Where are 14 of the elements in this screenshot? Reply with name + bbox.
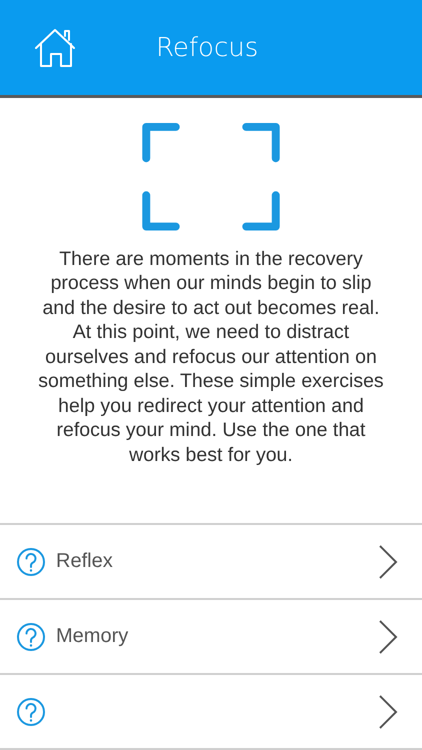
chevron-right-icon — [378, 618, 398, 654]
exercise-item[interactable]: Memory — [0, 600, 422, 675]
help-icon — [16, 622, 46, 652]
screen-title: Refocus — [156, 32, 258, 62]
help-icon — [16, 696, 46, 726]
intro-text: There are moments in the recovery process when our minds begin to slip and the desire to act out becomes real. At this point, we need to distract ourselves and refocus our attention on something else. These simple exercises help you redirect your attention and refocus your mind. Use the one that works best for you. — [37, 246, 385, 467]
exercise-label: Reflex — [56, 550, 114, 573]
home-button[interactable] — [34, 26, 78, 68]
exercise-item[interactable]: Reflex — [0, 525, 422, 600]
help-icon — [16, 546, 46, 576]
exercise-label: Memory — [56, 625, 130, 648]
chevron-right-icon — [378, 544, 398, 580]
home-icon — [34, 26, 78, 68]
chevron-right-icon — [378, 694, 398, 730]
